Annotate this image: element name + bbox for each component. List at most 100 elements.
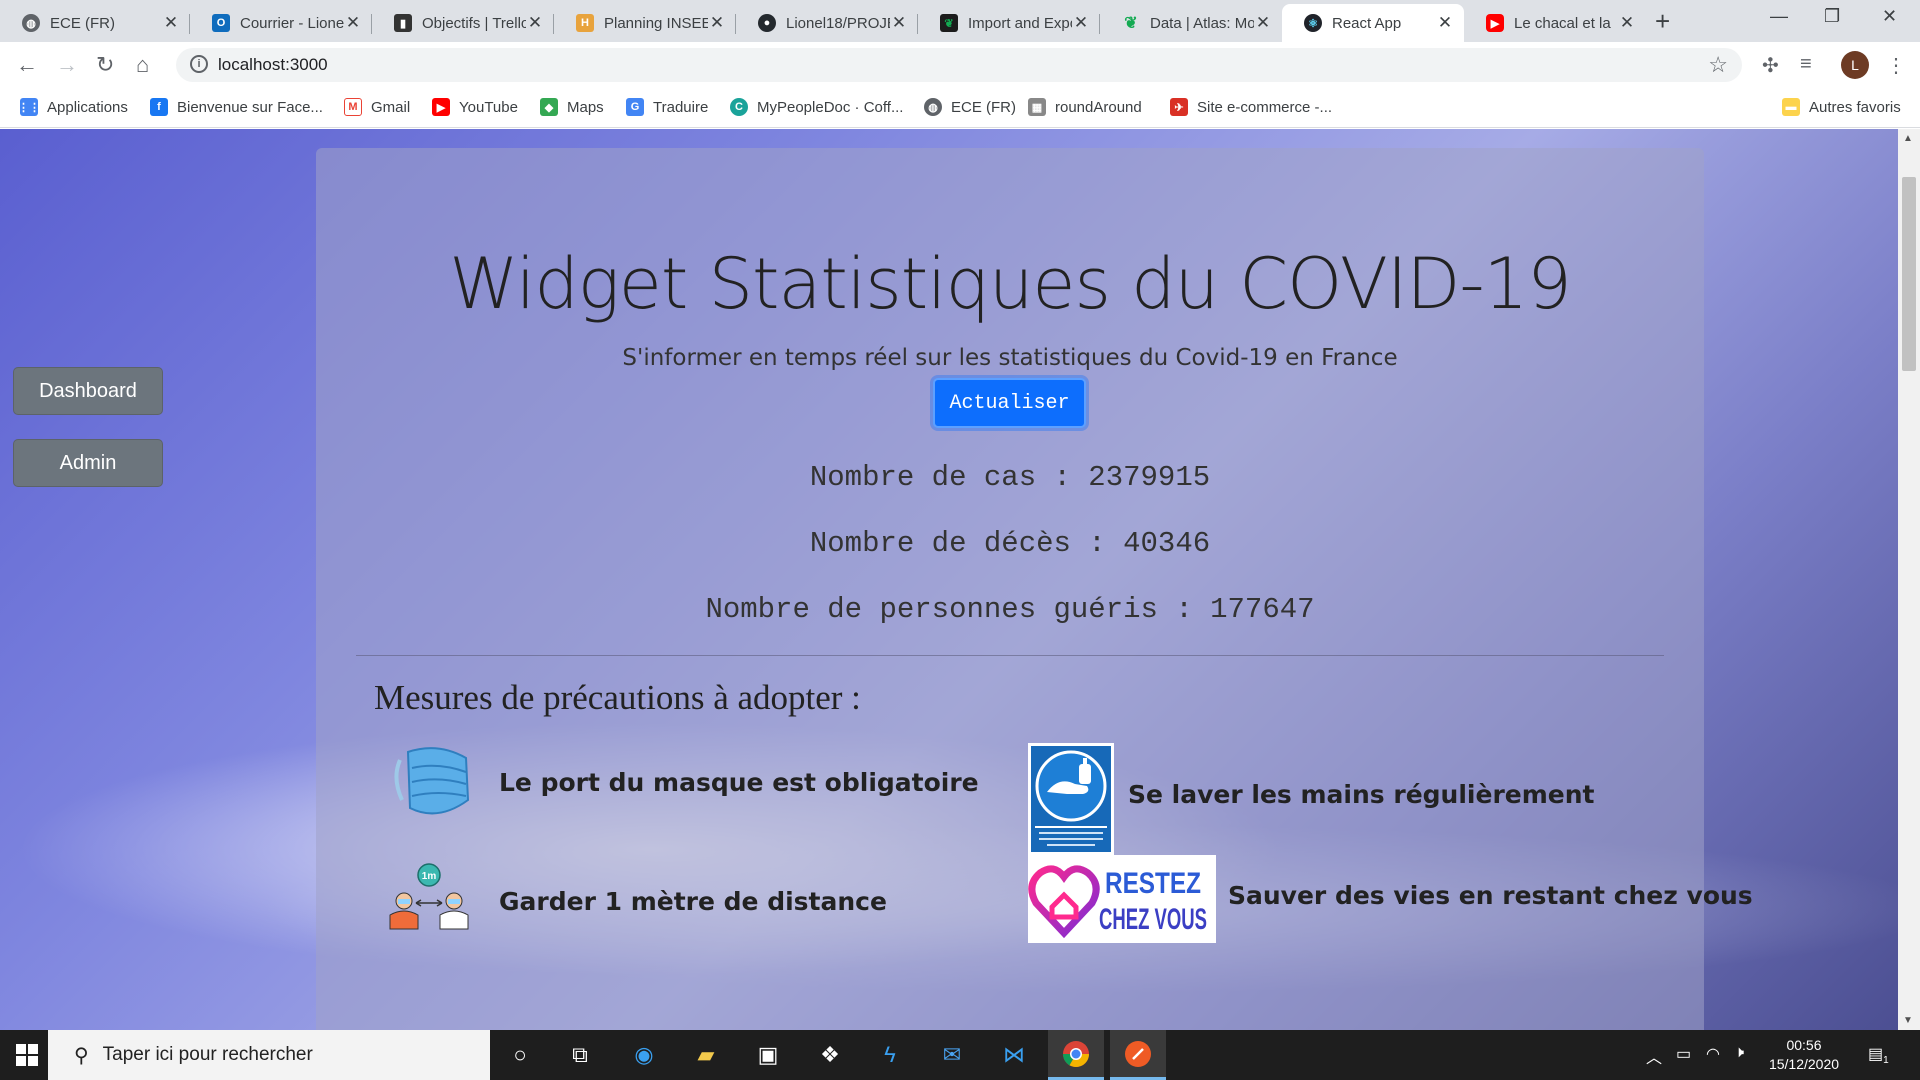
bookmark-ece[interactable]: ◍ ECE (FR) <box>924 98 1016 116</box>
bookmark-star-icon[interactable]: ☆ <box>1708 52 1728 78</box>
notification-count: 1 <box>1883 1055 1889 1067</box>
forward-arrow-icon[interactable]: → <box>56 52 78 78</box>
close-window-button[interactable]: ✕ <box>1882 6 1897 27</box>
bookmark-label: Applications <box>47 98 128 116</box>
browser-tab[interactable]: ● Lionel18/PROJET ✕ <box>736 4 918 42</box>
youtube-icon: ▶ <box>432 98 450 116</box>
distance-badge-text: 1m <box>422 871 437 882</box>
chrome-icon[interactable] <box>1048 1030 1104 1080</box>
bookmark-mypeopledoc[interactable]: C MyPeopleDoc · Coff... <box>730 98 903 116</box>
browser-tab[interactable]: ▮ Objectifs | Trello ✕ <box>372 4 554 42</box>
minimize-button[interactable]: — <box>1770 6 1788 27</box>
menu-kebab-icon[interactable]: ⋮ <box>1886 53 1906 78</box>
page-subtitle: S'informer en temps réel sur les statist… <box>622 345 1398 371</box>
site-info-icon[interactable]: i <box>190 55 208 73</box>
reload-icon[interactable]: ↻ <box>96 52 114 78</box>
restore-button[interactable]: ❐ <box>1824 6 1840 27</box>
browser-tab[interactable]: ▶ Le chacal et la ✕ <box>1464 4 1646 42</box>
bookmark-other-folder[interactable]: ▬ Autres favoris <box>1782 98 1901 116</box>
admin-button[interactable]: Admin <box>13 439 163 487</box>
logo-text-chez-vous: CHEZ VOUS <box>1099 903 1207 936</box>
media-control-icon[interactable]: ≡ <box>1800 53 1812 76</box>
profile-avatar[interactable]: L <box>1841 51 1869 79</box>
cortana-icon[interactable]: ○ <box>492 1030 548 1080</box>
refresh-button[interactable]: Actualiser <box>933 378 1086 428</box>
page-scrollbar[interactable]: ▲ ▼ <box>1898 129 1920 1030</box>
volume-muted-icon[interactable]: 🕨 <box>1734 1044 1744 1062</box>
restez-chez-vous-logo: RESTEZ CHEZ VOUS <box>1028 855 1216 943</box>
edge-icon[interactable]: ◉ <box>616 1030 672 1080</box>
bookmark-youtube[interactable]: ▶ YouTube <box>432 98 518 116</box>
browser-tab[interactable]: O Courrier - Lionel ✕ <box>190 4 372 42</box>
battery-icon[interactable]: ▭ <box>1676 1044 1691 1064</box>
close-tab-icon[interactable]: ✕ <box>1436 13 1454 33</box>
tab-title: React App <box>1332 14 1402 32</box>
close-tab-icon[interactable]: ✕ <box>890 13 908 33</box>
page-viewport: Dashboard Admin Widget Statistiques du C… <box>0 129 1898 1030</box>
bookmark-gmail[interactable]: M Gmail <box>344 98 410 116</box>
globe-icon: ◍ <box>924 98 942 116</box>
postman-icon[interactable] <box>1110 1030 1166 1080</box>
browser-tab[interactable]: ◍ ECE (FR) ✕ <box>0 4 190 42</box>
browser-tab[interactable]: ❦ Import and Export ✕ <box>918 4 1100 42</box>
social-distance-icon: 1m <box>384 863 474 931</box>
notification-center-icon[interactable]: ▤1 <box>1868 1044 1889 1066</box>
new-tab-button[interactable]: + <box>1655 6 1670 37</box>
measure-handwash-label: Se laver les mains régulièrement <box>1128 780 1595 809</box>
facebook-icon: f <box>150 98 168 116</box>
mail-icon[interactable]: ✉ <box>924 1030 980 1080</box>
bookmark-label: roundAround <box>1055 98 1142 116</box>
close-tab-icon[interactable]: ✕ <box>344 13 362 33</box>
bookmark-label: ECE (FR) <box>951 98 1016 116</box>
bookmark-applications[interactable]: ⋮⋮ Applications <box>18 98 128 116</box>
close-tab-icon[interactable]: ✕ <box>1072 13 1090 33</box>
home-icon[interactable]: ⌂ <box>136 52 149 78</box>
close-tab-icon[interactable]: ✕ <box>526 13 544 33</box>
scroll-down-arrow-icon[interactable]: ▼ <box>1903 1015 1913 1026</box>
search-placeholder: Taper ici pour rechercher <box>102 1044 313 1065</box>
ecommerce-icon: ✈ <box>1170 98 1188 116</box>
taskbar-clock[interactable]: 00:56 15/12/2020 <box>1760 1036 1848 1074</box>
stat-deaths: Nombre de décès : 40346 <box>809 527 1211 560</box>
bookmark-roundaround[interactable]: ▦ roundAround <box>1028 98 1142 116</box>
react-icon: ⚛ <box>1304 14 1322 32</box>
url-text: localhost:3000 <box>218 55 328 74</box>
vscode-icon[interactable]: ⋈ <box>986 1030 1042 1080</box>
bookmark-facebook[interactable]: f Bienvenue sur Face... <box>150 98 323 116</box>
apps-grid-icon: ⋮⋮ <box>18 98 40 116</box>
windows-start-icon[interactable] <box>16 1044 38 1066</box>
browser-tab-active[interactable]: ⚛ React App ✕ <box>1282 4 1464 42</box>
task-view-icon[interactable]: ⧉ <box>552 1030 608 1080</box>
file-explorer-icon[interactable]: ▰ <box>678 1030 734 1080</box>
mongodb-leaf-icon: ❦ <box>1124 15 1138 32</box>
close-tab-icon[interactable]: ✕ <box>708 13 726 33</box>
tray-chevron-up-icon[interactable]: ︿ <box>1646 1044 1662 1068</box>
store-icon[interactable]: ▣ <box>740 1030 796 1080</box>
scrollbar-thumb[interactable] <box>1902 177 1916 371</box>
back-arrow-icon[interactable]: ← <box>16 52 38 78</box>
wifi-icon[interactable]: ◠ <box>1706 1044 1720 1064</box>
dropbox-icon[interactable]: ❖ <box>802 1030 858 1080</box>
bookmark-traduire[interactable]: G Traduire <box>626 98 708 116</box>
close-tab-icon[interactable]: ✕ <box>1618 13 1636 33</box>
azure-studio-icon[interactable]: ϟ <box>862 1030 918 1080</box>
bookmarks-bar: ⋮⋮ Applications f Bienvenue sur Face... … <box>0 88 1920 128</box>
measure-stayhome-label: Sauver des vies en restant chez vous <box>1228 881 1753 910</box>
youtube-icon: ▶ <box>1486 14 1504 32</box>
browser-tab[interactable]: H Planning INSEEC ✕ <box>554 4 736 42</box>
extensions-puzzle-icon[interactable]: ✣ <box>1762 53 1779 78</box>
bookmark-site-ecommerce[interactable]: ✈ Site e-commerce -... <box>1170 98 1332 116</box>
scroll-up-arrow-icon[interactable]: ▲ <box>1903 133 1913 144</box>
close-tab-icon[interactable]: ✕ <box>162 13 180 33</box>
address-bar[interactable]: i localhost:3000 ☆ <box>176 48 1742 82</box>
close-tab-icon[interactable]: ✕ <box>1254 13 1272 33</box>
wash-hands-sign-icon <box>1028 743 1114 855</box>
bookmark-label: Autres favoris <box>1809 98 1901 116</box>
maps-pin-icon: ◆ <box>540 98 558 116</box>
bookmark-maps[interactable]: ◆ Maps <box>540 98 604 116</box>
dashboard-button[interactable]: Dashboard <box>13 367 163 415</box>
translate-icon: G <box>626 98 644 116</box>
taskbar-search-box[interactable]: ⚲ Taper ici pour rechercher <box>48 1030 490 1080</box>
bookmark-label: Traduire <box>653 98 709 116</box>
browser-tab[interactable]: ❦ Data | Atlas: Mo ✕ <box>1100 4 1282 42</box>
